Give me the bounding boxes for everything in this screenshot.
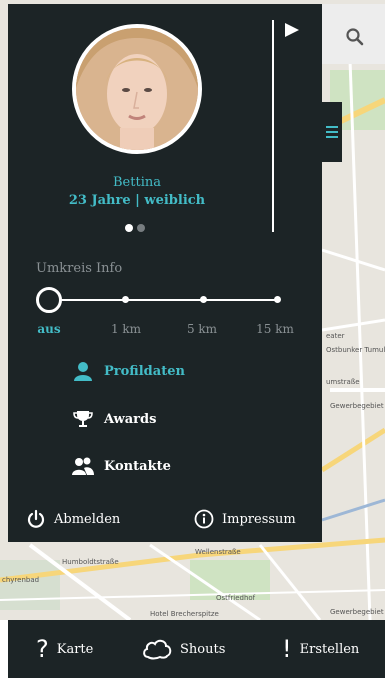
profile-name: Bettina xyxy=(113,175,161,190)
contacts-icon xyxy=(72,455,94,477)
cloud-icon xyxy=(143,639,172,660)
user-icon xyxy=(72,360,94,382)
imprint-button[interactable]: Impressum xyxy=(194,506,296,532)
nav-item-label: Erstellen xyxy=(299,641,360,657)
logout-label: Abmelden xyxy=(54,511,121,527)
radius-option-5km[interactable]: 5 km xyxy=(187,322,217,336)
nav-item-label: Shouts xyxy=(180,641,226,657)
play-icon[interactable] xyxy=(282,20,302,40)
side-panel: Bettina 23 Jahre | weiblich Umkreis Info… xyxy=(8,4,322,542)
logout-button[interactable]: Abmelden xyxy=(26,506,120,532)
exclamation-icon: ! xyxy=(282,635,292,663)
question-mark-icon: ? xyxy=(36,635,49,663)
search-icon xyxy=(346,28,364,46)
map-label: Ostbunker Tumulk xyxy=(326,346,385,354)
menu-lines-icon xyxy=(326,126,338,138)
vertical-divider xyxy=(272,20,274,232)
nav-item-map[interactable]: ? Karte xyxy=(36,620,93,678)
radius-option-off[interactable]: aus xyxy=(37,322,60,336)
power-icon xyxy=(27,509,45,528)
radius-slider[interactable] xyxy=(36,286,282,316)
map-label: Wellenstraße xyxy=(195,548,241,556)
slider-stop-5km[interactable] xyxy=(200,296,207,303)
map-label: Gewerbegebiet xyxy=(330,608,384,616)
nav-item-label: Karte xyxy=(56,641,94,657)
panel-toggle-handle[interactable] xyxy=(322,102,342,162)
pagination-dots[interactable] xyxy=(125,224,145,232)
radius-option-1km[interactable]: 1 km xyxy=(111,322,141,336)
menu-item-label: Awards xyxy=(104,411,157,427)
bottom-navigation: ? Karte Shouts ! Erstellen xyxy=(8,620,385,678)
avatar-image xyxy=(76,28,198,150)
slider-stop-15km[interactable] xyxy=(274,296,281,303)
imprint-label: Impressum xyxy=(222,511,296,527)
radius-option-15km[interactable]: 15 km xyxy=(256,322,294,336)
map-label: chyrenbad xyxy=(2,576,40,584)
search-button[interactable] xyxy=(338,20,372,54)
map-label: Humboldtstraße xyxy=(62,558,119,566)
map-label: Hotel Brecherspitze xyxy=(150,610,219,618)
map-label: eater xyxy=(326,332,345,340)
menu-item-contacts[interactable]: Kontakte xyxy=(72,453,171,479)
slider-stop-1km[interactable] xyxy=(122,296,129,303)
radius-title: Umkreis Info xyxy=(36,261,123,276)
avatar xyxy=(72,24,202,154)
pagination-dot-active[interactable] xyxy=(125,224,133,232)
slider-knob[interactable] xyxy=(36,287,62,313)
menu-item-awards[interactable]: Awards xyxy=(72,406,156,432)
pagination-dot[interactable] xyxy=(137,224,145,232)
map-label: Ostfriedhof xyxy=(216,594,256,602)
menu-item-profile[interactable]: Profildaten xyxy=(72,358,185,384)
menu-item-label: Kontakte xyxy=(104,458,171,474)
map-label: umstraße xyxy=(326,378,360,386)
nav-item-shouts[interactable]: Shouts xyxy=(142,620,225,678)
profile-info: 23 Jahre | weiblich xyxy=(68,193,206,208)
trophy-icon xyxy=(72,408,94,430)
menu-item-label: Profildaten xyxy=(104,363,185,379)
nav-item-create[interactable]: ! Erstellen xyxy=(282,620,359,678)
info-icon xyxy=(194,509,214,529)
map-label: Gewerbegebiet Grillpa xyxy=(330,402,385,410)
slider-track[interactable] xyxy=(48,299,278,301)
